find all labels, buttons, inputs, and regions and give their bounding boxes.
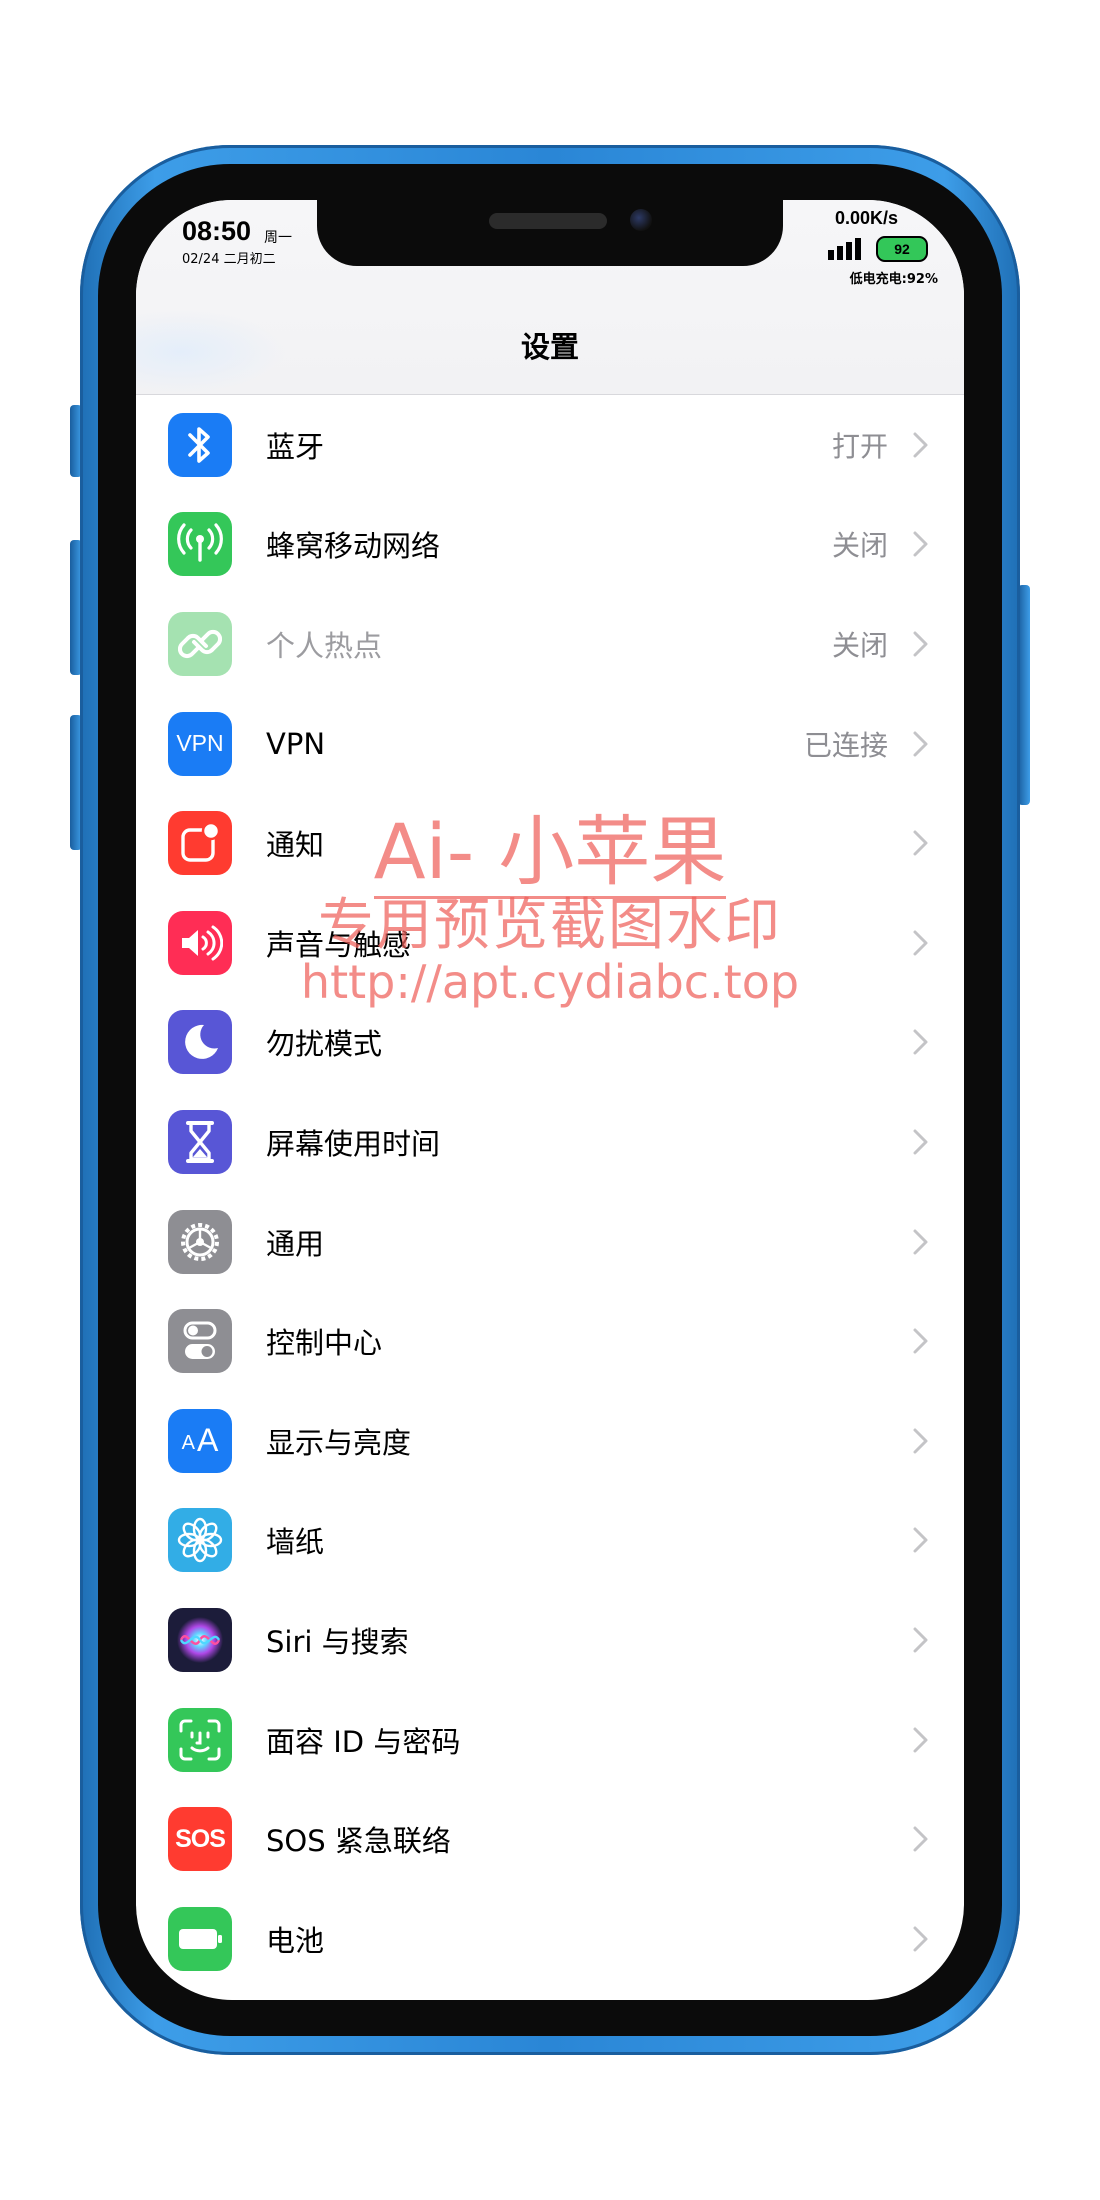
text-size-small-glyph: A [181, 1432, 195, 1455]
chevron-right-icon [913, 432, 928, 458]
settings-list: 蓝牙 打开 蜂窝移动网络 关闭 个人热点 关闭 VPN VPN 已连接 通知 声… [136, 395, 964, 1989]
settings-row-bluetooth[interactable]: 蓝牙 打开 [136, 395, 964, 495]
settings-row-face-id-passcode[interactable]: 面容 ID 与密码 [136, 1690, 964, 1790]
toggles-icon [168, 1309, 232, 1374]
chevron-right-icon [913, 1328, 928, 1354]
chevron-right-icon [913, 631, 928, 657]
notch [317, 200, 783, 266]
battery-icon [168, 1906, 232, 1971]
settings-row-value: 关闭 [831, 529, 888, 563]
settings-row-sounds[interactable]: 声音与触感 [136, 893, 964, 993]
settings-row-label: 通知 [266, 828, 325, 863]
phone-screen: 设置 08:50 周一 02/24 二月初二 0.00K/s 92 低电充电:9… [136, 200, 964, 2000]
earpiece-speaker [489, 213, 607, 229]
settings-row-do-not-disturb[interactable]: 勿扰模式 [136, 993, 964, 1093]
sos-icon: SOS [168, 1807, 232, 1872]
status-time: 08:50 [182, 216, 252, 246]
settings-row-label: 通用 [266, 1226, 325, 1261]
settings-row-label: 勿扰模式 [266, 1027, 383, 1062]
text-size-large-glyph: A [197, 1422, 219, 1459]
vpn-icon: VPN [168, 711, 232, 776]
status-date: 02/24 二月初二 [182, 252, 276, 267]
settings-row-label: 控制中心 [266, 1326, 383, 1361]
settings-row-value: 打开 [831, 429, 888, 463]
flower-icon [168, 1508, 232, 1573]
settings-row-personal-hotspot[interactable]: 个人热点 关闭 [136, 594, 964, 694]
chevron-right-icon [913, 1229, 928, 1255]
settings-row-notifications[interactable]: 通知 [136, 793, 964, 893]
moon-icon [168, 1010, 232, 1075]
text-size-icon: A A [168, 1408, 232, 1473]
settings-row-control-center[interactable]: 控制中心 [136, 1291, 964, 1391]
settings-row-label: 个人热点 [266, 628, 383, 663]
cellular-antenna-icon [168, 512, 232, 577]
hotspot-chain-icon [168, 611, 232, 676]
signal-bars-icon [828, 236, 866, 260]
settings-row-label: 墙纸 [266, 1525, 325, 1560]
gear-icon [168, 1209, 232, 1274]
speaker-icon [168, 910, 232, 975]
battery-indicator: 92 [876, 236, 928, 262]
front-camera [630, 209, 652, 231]
settings-row-emergency-sos[interactable]: SOS SOS 紧急联络 [136, 1789, 964, 1889]
bluetooth-icon [168, 412, 232, 477]
notification-icon [168, 811, 232, 876]
screenshot-canvas: 设置 08:50 周一 02/24 二月初二 0.00K/s 92 低电充电:9… [0, 0, 1100, 2200]
chevron-right-icon [913, 1826, 928, 1852]
settings-row-label: 面容 ID 与密码 [266, 1724, 461, 1759]
settings-row-label: 显示与亮度 [266, 1425, 412, 1460]
settings-row-label: 声音与触感 [266, 927, 412, 962]
settings-row-siri-search[interactable]: Siri 与搜索 [136, 1590, 964, 1690]
page-title: 设置 [520, 330, 579, 364]
settings-row-battery[interactable]: 电池 [136, 1889, 964, 1989]
settings-row-label: VPN [266, 726, 326, 761]
settings-row-general[interactable]: 通用 [136, 1192, 964, 1292]
chevron-right-icon [913, 1727, 928, 1753]
chevron-right-icon [913, 830, 928, 856]
settings-row-wallpaper[interactable]: 墙纸 [136, 1491, 964, 1591]
settings-row-label: 蜂窝移动网络 [266, 529, 441, 564]
hourglass-icon [168, 1109, 232, 1174]
chevron-right-icon [913, 1129, 928, 1155]
chevron-right-icon [913, 531, 928, 557]
chevron-right-icon [913, 1527, 928, 1553]
settings-row-label: SOS 紧急联络 [266, 1824, 451, 1859]
settings-row-value: 已连接 [803, 728, 888, 762]
settings-row-label: 屏幕使用时间 [266, 1126, 441, 1161]
chevron-right-icon [913, 731, 928, 757]
low-power-charging-label: 低电充电:92% [849, 272, 938, 287]
vpn-icon-text: VPN [176, 730, 224, 757]
settings-row-display-brightness[interactable]: A A 显示与亮度 [136, 1391, 964, 1491]
settings-row-label: 电池 [266, 1923, 325, 1958]
settings-row-vpn[interactable]: VPN VPN 已连接 [136, 694, 964, 794]
siri-icon [168, 1607, 232, 1672]
settings-row-label: 蓝牙 [266, 429, 325, 464]
settings-row-cellular[interactable]: 蜂窝移动网络 关闭 [136, 495, 964, 595]
chevron-right-icon [913, 930, 928, 956]
network-speed: 0.00K/s [834, 208, 898, 228]
face-id-icon [168, 1707, 232, 1772]
chevron-right-icon [913, 1029, 928, 1055]
settings-row-value: 关闭 [831, 628, 888, 662]
chevron-right-icon [913, 1926, 928, 1952]
chevron-right-icon [913, 1428, 928, 1454]
sos-icon-text: SOS [175, 1824, 226, 1853]
settings-row-screen-time[interactable]: 屏幕使用时间 [136, 1092, 964, 1192]
settings-row-label: Siri 与搜索 [266, 1624, 409, 1659]
chevron-right-icon [913, 1627, 928, 1653]
status-weekday: 周一 [264, 230, 292, 246]
